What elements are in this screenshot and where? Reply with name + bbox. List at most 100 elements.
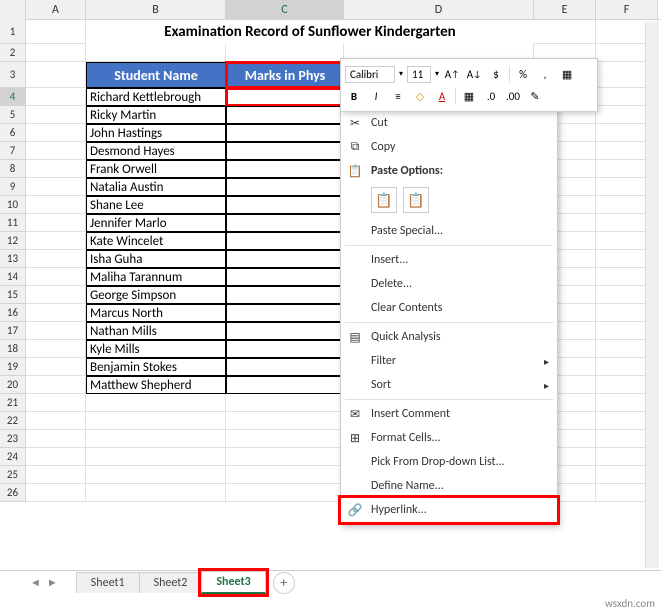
paste-icon: 📋 [347,163,363,179]
menu-clear-contents[interactable]: Clear Contents [341,296,557,320]
decrease-font-icon[interactable]: A↓ [465,65,483,83]
student-cell[interactable]: Kate Wincelet [86,232,226,250]
font-size-selector[interactable]: 11 [407,66,431,83]
increase-font-icon[interactable]: A↑ [443,65,461,83]
select-all-corner[interactable] [0,0,26,20]
dropdown-icon[interactable]: ▾ [399,69,403,79]
student-cell[interactable]: Benjamin Stokes [86,358,226,376]
col-header-a[interactable]: A [26,0,86,19]
student-cell[interactable]: Marcus North [86,304,226,322]
format-painter-icon[interactable]: ✎ [526,87,544,105]
title-cell[interactable]: Examination Record of Sunflower Kinderga… [86,20,534,44]
student-cell[interactable]: Jennifer Marlo [86,214,226,232]
student-cell[interactable]: Kyle Mills [86,340,226,358]
chevron-right-icon: ▸ [544,355,549,368]
font-selector[interactable]: Calibri [345,66,395,83]
col-header-f[interactable]: F [596,0,658,19]
menu-hyperlink[interactable]: 🔗Hyperlink... [341,498,557,522]
cell-e1[interactable] [534,20,596,44]
student-cell[interactable]: Ricky Martin [86,106,226,124]
student-cell[interactable]: Desmond Hayes [86,142,226,160]
menu-cut[interactable]: ✂Cut [341,111,557,135]
row-17: 17Nathan Mills [0,322,661,340]
row-6: 6John Hastings [0,124,661,142]
italic-icon[interactable]: I [367,87,385,105]
percent-icon[interactable]: % [514,65,532,83]
col-header-c[interactable]: C [226,0,344,19]
borders-icon[interactable]: ▦ [558,65,576,83]
menu-insert[interactable]: Insert... [341,248,557,272]
bold-icon[interactable]: B [345,87,363,105]
decimal-icon[interactable]: .0 [482,87,500,105]
new-sheet-button[interactable]: + [273,572,295,594]
active-cell-c4[interactable] [226,88,344,106]
row-11: 11Jennifer Marlo [0,214,661,232]
quick-analysis-icon: ▤ [347,329,363,345]
header-marks[interactable]: Marks in Phys [226,62,344,88]
menu-filter[interactable]: Filter▸ [341,349,557,373]
student-cell[interactable]: Maliha Tarannum [86,268,226,286]
tab-nav-prev-icon[interactable]: ◄ [30,576,41,589]
vertical-scrollbar[interactable] [645,22,659,568]
row-24: 24 [0,448,661,466]
currency-icon[interactable]: $ [487,65,505,83]
fill-color-icon[interactable]: ◇ [411,87,429,105]
student-cell[interactable]: Matthew Shepherd [86,376,226,394]
student-cell[interactable]: Richard Kettlebrough [86,88,226,106]
col-header-d[interactable]: D [344,0,534,19]
student-cell[interactable]: Frank Orwell [86,160,226,178]
dropdown-icon[interactable]: ▾ [435,69,439,79]
copy-icon: ⧉ [347,139,363,155]
menu-dropdown-list[interactable]: Pick From Drop-down List... [341,450,557,474]
row-1: 1 Examination Record of Sunflower Kinder… [0,20,661,44]
menu-copy[interactable]: ⧉Copy [341,135,557,159]
row-19: 19Benjamin Stokes [0,358,661,376]
student-cell[interactable]: Nathan Mills [86,322,226,340]
chevron-right-icon: ▸ [544,379,549,392]
row-20: 20Matthew Shepherd [0,376,661,394]
menu-quick-analysis[interactable]: ▤Quick Analysis [341,325,557,349]
row-header-2[interactable]: 2 [0,44,26,62]
row-7: 7Desmond Hayes [0,142,661,160]
row-14: 14Maliha Tarannum [0,268,661,286]
align-icon[interactable]: ≡ [389,87,407,105]
menu-format-cells[interactable]: ⊞Format Cells... [341,426,557,450]
col-header-e[interactable]: E [534,0,596,19]
mini-toolbar: Calibri ▾ 11 ▾ A↑ A↓ $ % , ▦ B I ≡ ◇ A ▦… [340,58,598,112]
menu-insert-comment[interactable]: ✉Insert Comment [341,402,557,426]
tab-nav-next-icon[interactable]: ► [47,576,58,589]
sheet-tab-1[interactable]: Sheet1 [76,572,140,593]
paste-option-2[interactable]: 📋 [403,187,429,213]
row-8: 8Frank Orwell [0,160,661,178]
header-student-name[interactable]: Student Name [86,62,226,88]
row-13: 13Isha Guha [0,250,661,268]
sheet-tab-2[interactable]: Sheet2 [139,572,203,593]
student-cell[interactable]: Shane Lee [86,196,226,214]
decimal-icon[interactable]: .00 [504,87,522,105]
menu-paste-special[interactable]: Paste Special... [341,219,557,243]
row-header-3[interactable]: 3 [0,62,26,88]
cell-a1[interactable] [26,20,86,44]
row-header-1[interactable]: 1 [0,20,26,44]
format-cells-icon: ⊞ [347,430,363,446]
menu-define-name[interactable]: Define Name... [341,474,557,498]
paste-option-1[interactable]: 📋 [371,187,397,213]
row-12: 12Kate Wincelet [0,232,661,250]
column-headers: A B C D E F [0,0,661,20]
row-header-4[interactable]: 4 [0,88,26,106]
cut-icon: ✂ [347,115,363,131]
menu-delete[interactable]: Delete... [341,272,557,296]
context-menu: ✂Cut ⧉Copy 📋Paste Options: 📋 📋 Paste Spe… [340,108,558,525]
menu-paste-options-label: 📋Paste Options: [341,159,557,183]
font-color-icon[interactable]: A [433,87,451,105]
menu-sort[interactable]: Sort▸ [341,373,557,397]
col-header-b[interactable]: B [86,0,226,19]
sheet-tab-3[interactable]: Sheet3 [201,571,265,594]
student-cell[interactable]: George Simpson [86,286,226,304]
student-cell[interactable]: John Hastings [86,124,226,142]
student-cell[interactable]: Isha Guha [86,250,226,268]
comment-icon: ✉ [347,406,363,422]
comma-icon[interactable]: , [536,65,554,83]
borders-icon[interactable]: ▦ [460,87,478,105]
student-cell[interactable]: Natalia Austin [86,178,226,196]
